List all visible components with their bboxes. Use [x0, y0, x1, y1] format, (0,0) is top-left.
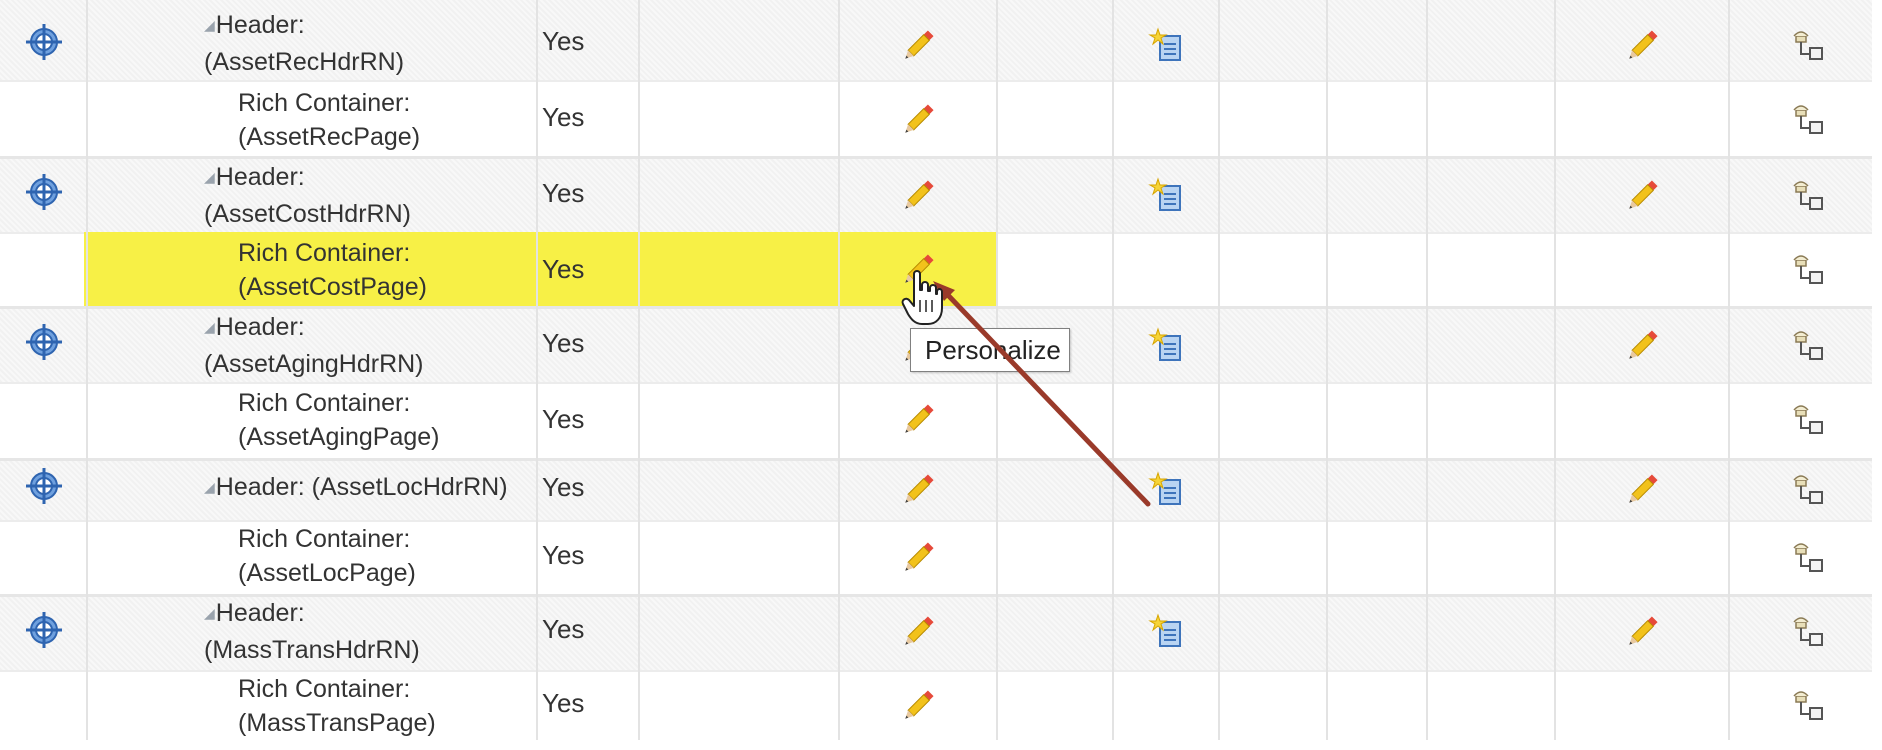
- row-name: Rich Container: (AssetLocPage): [238, 525, 416, 587]
- row-value: Yes: [542, 540, 585, 570]
- pencil-icon[interactable]: [898, 612, 938, 652]
- row-value: Yes: [542, 404, 585, 434]
- hierarchy-icon[interactable]: [1788, 26, 1828, 66]
- new-item-icon[interactable]: [1148, 326, 1188, 366]
- new-item-icon[interactable]: [1148, 612, 1188, 652]
- expand-triangle-icon[interactable]: ◢: [204, 605, 215, 621]
- pencil-icon[interactable]: [898, 176, 938, 216]
- column-divider: [1112, 0, 1114, 740]
- row-name: Rich Container: (MassTransPage): [238, 675, 436, 737]
- row-value: Yes: [542, 688, 585, 718]
- row-value: Yes: [542, 102, 585, 132]
- hierarchy-icon[interactable]: [1788, 176, 1828, 216]
- hierarchy-icon[interactable]: [1788, 100, 1828, 140]
- row-value: Yes: [542, 178, 585, 208]
- pencil-icon[interactable]: [898, 538, 938, 578]
- expand-triangle-icon[interactable]: ◢: [204, 319, 215, 335]
- pencil-icon[interactable]: [1622, 326, 1662, 366]
- row-name: ◢Header: (AssetAgingHdrRN): [204, 313, 424, 378]
- column-divider: [1554, 0, 1556, 740]
- column-divider: [838, 0, 840, 740]
- row-value: Yes: [542, 614, 585, 644]
- pencil-icon[interactable]: [1622, 470, 1662, 510]
- row-value: Yes: [542, 254, 585, 284]
- pencil-icon[interactable]: [898, 100, 938, 140]
- new-item-icon[interactable]: [1148, 470, 1188, 510]
- hierarchy-icon[interactable]: [1788, 470, 1828, 510]
- column-divider: [1728, 0, 1730, 740]
- pencil-icon[interactable]: [1622, 26, 1662, 66]
- hand-cursor-icon: [901, 270, 943, 325]
- hierarchy-icon[interactable]: [1788, 250, 1828, 290]
- pencil-icon[interactable]: [1622, 612, 1662, 652]
- column-divider: [1426, 0, 1428, 740]
- pencil-icon[interactable]: [898, 686, 938, 726]
- row-name: ◢Header: (MassTransHdrRN): [204, 599, 420, 664]
- row-value: Yes: [542, 26, 585, 56]
- new-item-icon[interactable]: [1148, 176, 1188, 216]
- column-divider: [1218, 0, 1220, 740]
- pencil-icon[interactable]: [898, 470, 938, 510]
- row-name: ◢Header: (AssetRecHdrRN): [204, 11, 405, 76]
- column-divider: [638, 0, 640, 740]
- selected-row-highlight: [84, 232, 996, 306]
- row-name: ◢Header: (AssetCostHdrRN): [204, 163, 411, 228]
- crosshair-move-icon[interactable]: [24, 22, 64, 62]
- column-divider: [1326, 0, 1328, 740]
- row-value: Yes: [542, 328, 585, 358]
- column-divider: [86, 0, 88, 740]
- row-name: Rich Container: (AssetCostPage): [238, 239, 427, 301]
- pencil-icon[interactable]: [898, 400, 938, 440]
- pencil-icon[interactable]: [898, 26, 938, 66]
- hierarchy-icon[interactable]: [1788, 538, 1828, 578]
- hierarchy-icon[interactable]: [1788, 612, 1828, 652]
- expand-triangle-icon[interactable]: ◢: [204, 479, 215, 495]
- personalize-tooltip: Personalize: [910, 328, 1070, 372]
- expand-triangle-icon[interactable]: ◢: [204, 17, 215, 33]
- crosshair-move-icon[interactable]: [24, 322, 64, 362]
- crosshair-move-icon[interactable]: [24, 610, 64, 650]
- expand-triangle-icon[interactable]: ◢: [204, 169, 215, 185]
- crosshair-move-icon[interactable]: [24, 466, 64, 506]
- row-name: Rich Container: (AssetRecPage): [238, 89, 421, 151]
- column-divider: [536, 0, 538, 740]
- row-name: Rich Container: (AssetAgingPage): [238, 389, 440, 451]
- crosshair-move-icon[interactable]: [24, 172, 64, 212]
- hierarchy-icon[interactable]: [1788, 326, 1828, 366]
- new-item-icon[interactable]: [1148, 26, 1188, 66]
- row-value: Yes: [542, 472, 585, 502]
- row-name: ◢Header: (AssetLocHdrRN): [204, 473, 508, 501]
- pencil-icon[interactable]: [1622, 176, 1662, 216]
- hierarchy-icon[interactable]: [1788, 686, 1828, 726]
- hierarchy-icon[interactable]: [1788, 400, 1828, 440]
